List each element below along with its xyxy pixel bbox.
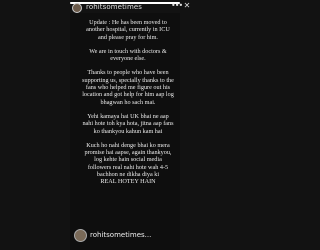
close-icon[interactable]: ✕ bbox=[182, 1, 192, 11]
footer-username[interactable]: rohitsometimes... bbox=[90, 231, 151, 239]
note-paragraph: Update : He has been moved to another ho… bbox=[86, 19, 170, 41]
note-paragraph: Thanks to people who have been supportin… bbox=[82, 69, 174, 106]
note-paragraph: REAL HOTEY HAIN bbox=[100, 178, 156, 186]
avatar[interactable] bbox=[72, 3, 82, 13]
note-paragraph: Yehi kamaya hai UK bhai ne aap nahi hote… bbox=[82, 112, 174, 135]
story-note-text: Update : He has been moved to another ho… bbox=[82, 19, 174, 193]
footer-avatar[interactable] bbox=[74, 229, 87, 242]
more-horizontal-icon[interactable]: ••• bbox=[171, 1, 183, 11]
footer-overlay: rohitsometimes... bbox=[70, 212, 180, 250]
note-paragraph: We are in touch with doctors & everyone … bbox=[89, 47, 167, 63]
story-card[interactable]: Update : He has been moved to another ho… bbox=[70, 13, 180, 250]
note-paragraph: Kuch ho nahi denge bhai ko mera promise … bbox=[84, 141, 172, 179]
header-username[interactable]: rohitsometimes bbox=[86, 3, 142, 11]
